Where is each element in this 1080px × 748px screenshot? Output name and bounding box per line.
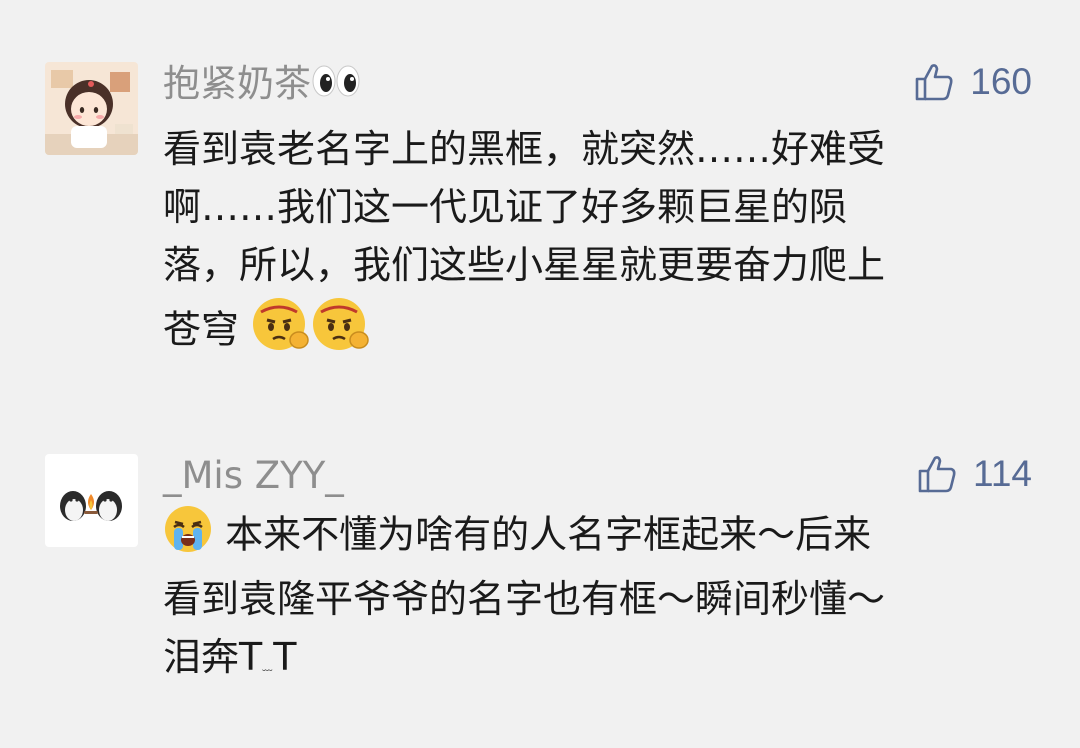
avatar-image-icon — [45, 454, 138, 547]
loudly-crying-face-emoji-icon — [163, 504, 213, 570]
comment-line: 落，所以，我们这些小星星就更要奋力爬上 — [163, 243, 886, 287]
username-text: 抱紧奶茶 — [163, 62, 311, 105]
like-button[interactable]: 114 — [917, 452, 1032, 496]
comment-text: 看到袁老名字上的黑框，就突然……好难受 啊……我们这一代见证了好多颗巨星的陨 落… — [163, 120, 1043, 370]
comment-line: 泪奔T — [163, 635, 263, 679]
like-count: 160 — [970, 61, 1032, 102]
like-button[interactable]: 160 — [914, 60, 1032, 104]
comment-line-first: 本来不懂为啥有的人名字框起来～后来 — [163, 504, 1043, 570]
username[interactable]: 抱紧奶茶 — [163, 62, 361, 109]
like-count: 114 — [973, 453, 1032, 494]
comment-line: 苍穹 — [163, 307, 240, 352]
thumbs-up-icon — [915, 64, 953, 101]
crying-face-emoji-icon — [251, 294, 311, 370]
comment-line-last: 苍穹 — [163, 294, 1043, 370]
avatar[interactable] — [45, 454, 138, 547]
thumbs-up-icon — [918, 456, 956, 493]
comment-line: 本来不懂为啥有的人名字框起来～后来 — [225, 512, 872, 557]
comment-line-tail: T — [273, 635, 297, 679]
comment-line: 看到袁老名字上的黑框，就突然……好难受 — [163, 127, 886, 171]
small-wave-symbol: ﹏ — [262, 662, 274, 673]
comment-line: 看到袁隆平爷爷的名字也有框～瞬间秒懂～ — [163, 577, 886, 621]
username[interactable]: _Mis ZYY_ — [163, 454, 344, 498]
username-text: _Mis ZYY_ — [163, 454, 344, 497]
comment-line-last: 泪奔T﹏T — [163, 628, 1043, 697]
crying-face-emoji-icon — [311, 294, 371, 370]
eyes-emoji-icon — [311, 63, 361, 109]
comment-text: 本来不懂为啥有的人名字框起来～后来 看到袁隆平爷爷的名字也有框～瞬间秒懂～ 泪奔… — [163, 504, 1043, 697]
avatar-image-icon — [45, 62, 138, 155]
avatar[interactable] — [45, 62, 138, 155]
comment-line: 啊……我们这一代见证了好多颗巨星的陨 — [163, 185, 848, 229]
